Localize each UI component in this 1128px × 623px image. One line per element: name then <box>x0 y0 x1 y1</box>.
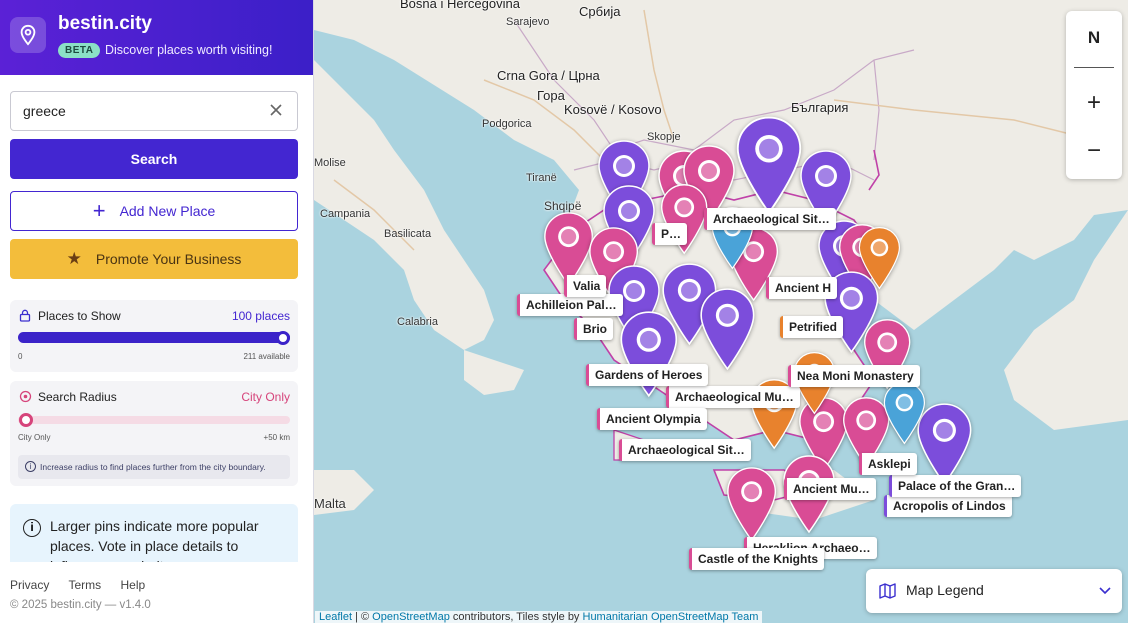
map-label: Sarajevo <box>506 16 550 28</box>
attribution-text: contributors, Tiles style by <box>449 611 583 623</box>
zoom-out-button[interactable]: − <box>1066 131 1122 171</box>
map-icon <box>879 583 896 604</box>
map-label: Гора <box>537 88 565 103</box>
place-label[interactable]: Acropolis of Lindos <box>884 495 1012 517</box>
controls-divider <box>1074 67 1114 68</box>
info-icon: i <box>23 519 41 537</box>
places-min-label: 0 <box>18 352 23 361</box>
copyright-text: © 2025 bestin.city — v1.4.0 <box>10 599 151 611</box>
radius-slider-track[interactable] <box>18 413 290 427</box>
search-field <box>10 91 298 131</box>
search-radius-label: Search Radius <box>38 390 117 404</box>
close-icon[interactable] <box>267 102 285 120</box>
info-icon: i <box>25 461 36 472</box>
place-label[interactable]: Asklepi <box>859 453 917 475</box>
map-label: Podgorica <box>482 118 532 130</box>
map-canvas[interactable]: Bosna i Hercegovina Sarajevo Србија Crna… <box>314 0 1128 623</box>
map-label: Basilicata <box>384 228 432 240</box>
beta-badge: BETA <box>58 43 101 58</box>
place-label[interactable]: Palace of the Gran… <box>889 475 1022 497</box>
lock-icon <box>19 309 31 325</box>
promote-label: Promote Your Business <box>95 251 242 267</box>
radius-max-label: +50 km <box>263 433 290 442</box>
place-label[interactable]: P… <box>652 223 688 245</box>
place-label[interactable]: Valia <box>564 275 607 297</box>
brand-name[interactable]: bestin.city <box>58 13 152 35</box>
place-label[interactable]: Archaeological Sit… <box>619 439 751 461</box>
leaflet-link[interactable]: Leaflet <box>319 611 352 623</box>
hot-link[interactable]: Humanitarian OpenStreetMap Team <box>583 611 759 623</box>
privacy-link[interactable]: Privacy <box>10 578 49 592</box>
map-label: Bosna i Hercegovina <box>400 0 520 11</box>
osm-link[interactable]: OpenStreetMap <box>372 611 450 623</box>
map-label: Campania <box>320 208 371 220</box>
brand-header: bestin.city BETA Discover places worth v… <box>0 0 313 75</box>
radius-value: City Only <box>241 390 290 404</box>
map-label: Србија <box>579 4 621 19</box>
map-pin-marker[interactable] <box>882 381 927 445</box>
radius-hint: i Increase radius to find places further… <box>18 455 290 479</box>
place-label[interactable]: Achilleion Pal… <box>517 294 623 316</box>
zoom-in-button[interactable]: + <box>1066 83 1122 123</box>
location-pin-icon[interactable] <box>10 17 46 53</box>
place-label[interactable]: Ancient Olympia <box>597 408 707 430</box>
radius-slider-handle[interactable] <box>19 413 33 427</box>
map-pin-marker[interactable] <box>734 115 804 215</box>
map-label: Skopje <box>647 131 681 143</box>
map-controls: N + − <box>1066 11 1122 179</box>
place-label[interactable]: Petrified <box>780 316 844 338</box>
place-label[interactable]: Ancient H <box>766 277 838 299</box>
attribution-sep: | © <box>352 611 373 623</box>
add-place-label: Add New Place <box>119 203 216 219</box>
map-label: Calabria <box>397 316 438 328</box>
search-button[interactable]: Search <box>10 139 298 179</box>
location-target-icon <box>19 390 32 406</box>
map-label: Tiranë <box>526 172 557 184</box>
help-link[interactable]: Help <box>120 578 145 592</box>
radius-hint-text: Increase radius to find places further f… <box>40 462 266 472</box>
place-label[interactable]: Archaeological Sit… <box>704 208 836 230</box>
chevron-down-icon <box>1098 583 1112 602</box>
places-to-show-panel: Places to Show 100 places 0 211 availabl… <box>10 300 298 372</box>
place-label[interactable]: Ancient Mu… <box>784 478 876 500</box>
search-input[interactable] <box>11 92 251 130</box>
map-legend-label: Map Legend <box>906 582 984 598</box>
places-to-show-label: Places to Show <box>38 309 121 323</box>
sidebar: bestin.city BETA Discover places worth v… <box>0 0 314 623</box>
place-label[interactable]: Gardens of Heroes <box>586 364 709 386</box>
terms-link[interactable]: Terms <box>68 578 101 592</box>
place-label[interactable]: Nea Moni Monastery <box>788 365 920 387</box>
map-label: Kosovë / Kosovo <box>564 102 662 117</box>
radius-min-label: City Only <box>18 433 51 442</box>
map-pin-marker[interactable] <box>725 466 778 542</box>
places-slider-handle[interactable] <box>276 330 290 345</box>
map-label: Crna Gora / Црна <box>497 68 600 83</box>
add-place-button[interactable]: + Add New Place <box>10 191 298 231</box>
map-label: Malta <box>314 496 346 511</box>
places-count-value: 100 places <box>231 309 290 323</box>
places-slider-fill <box>18 332 290 343</box>
map-pin-marker[interactable] <box>857 226 902 290</box>
places-slider-track[interactable] <box>18 330 290 345</box>
map-label: България <box>791 100 849 115</box>
place-label[interactable]: Brio <box>574 318 613 340</box>
search-radius-panel: Search Radius City Only City Only +50 km… <box>10 381 298 486</box>
place-label[interactable]: Archaeological Mu… <box>666 386 800 408</box>
map-legend-toggle[interactable]: Map Legend <box>866 569 1122 613</box>
place-label[interactable]: Castle of the Knights <box>689 548 825 570</box>
compass-button[interactable]: N <box>1066 18 1122 58</box>
sidebar-footer: Privacy Terms Help © 2025 bestin.city — … <box>0 562 313 623</box>
map-label: Molise <box>314 157 346 169</box>
places-max-label: 211 available <box>243 352 290 361</box>
promote-business-button[interactable]: ★ Promote Your Business <box>10 239 298 279</box>
star-icon: ★ <box>66 249 82 268</box>
brand-tagline: Discover places worth visiting! <box>105 43 273 57</box>
plus-icon: + <box>92 198 106 223</box>
map-pin-marker[interactable] <box>698 287 757 371</box>
map-attribution: Leaflet | © OpenStreetMap contributors, … <box>315 611 763 623</box>
